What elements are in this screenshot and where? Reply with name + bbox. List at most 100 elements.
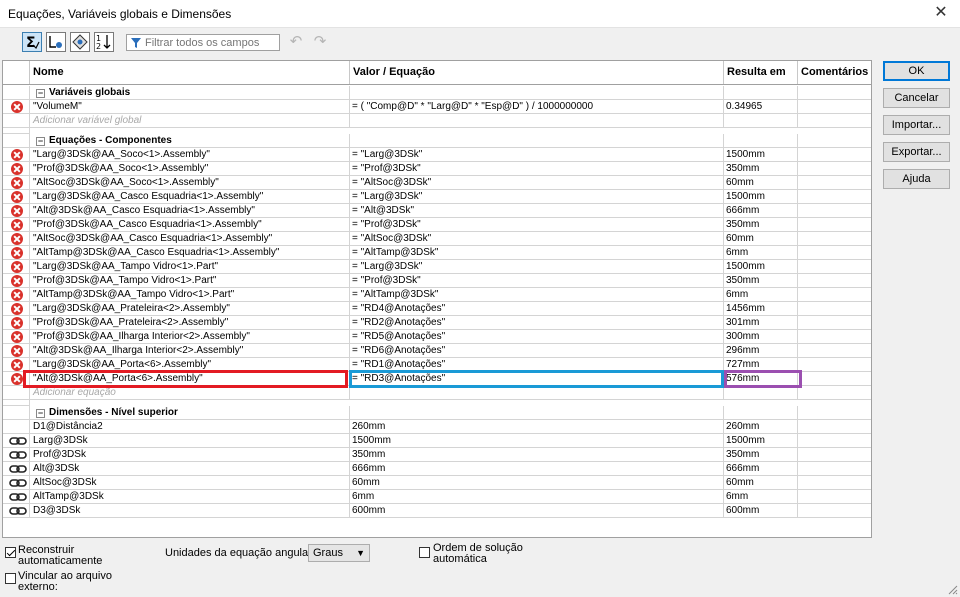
cell-comments[interactable] [798, 302, 871, 316]
cell-name[interactable]: "AltSoc@3DSk@AA_Soco<1>.Assembly" [3, 176, 350, 190]
cell-result[interactable]: 300mm [724, 330, 798, 344]
cell-value[interactable]: = "RD3@Anotações" [350, 372, 724, 386]
cell-comments[interactable] [798, 232, 871, 246]
cell-name[interactable]: "AltTamp@3DSk@AA_Tampo Vidro<1>.Part" [3, 288, 350, 302]
cell-comments[interactable] [798, 504, 871, 518]
row-header[interactable] [3, 86, 30, 100]
cell-result[interactable]: 666mm [724, 462, 798, 476]
add-cell-comments[interactable] [798, 114, 871, 128]
cell-name[interactable]: AltTamp@3DSk [3, 490, 350, 504]
cell-value[interactable]: = "Prof@3DSk" [350, 218, 724, 232]
cell-comments[interactable] [798, 218, 871, 232]
cell-value[interactable]: 1500mm [350, 434, 724, 448]
cell-name[interactable]: "Larg@3DSk@AA_Casco Esquadria<1>.Assembl… [3, 190, 350, 204]
section-title[interactable]: − Equações - Componentes [30, 134, 350, 148]
cell-name[interactable]: D1@Distância2 [3, 420, 350, 434]
cell-value[interactable]: = "Prof@3DSk" [350, 162, 724, 176]
ok-button[interactable]: OK [883, 61, 950, 81]
cell-name[interactable]: "Prof@3DSk@AA_Soco<1>.Assembly" [3, 162, 350, 176]
cell-result[interactable]: 727mm [724, 358, 798, 372]
cell-comments[interactable] [798, 434, 871, 448]
cell-result[interactable]: 6mm [724, 246, 798, 260]
section-cell-value[interactable] [350, 86, 724, 100]
column-header-comments[interactable]: Comentários [798, 61, 871, 84]
cell-result[interactable]: 350mm [724, 448, 798, 462]
undo-icon[interactable]: ↶ [288, 34, 304, 50]
add-cell-value[interactable] [350, 386, 724, 400]
dimension-view-icon[interactable] [70, 32, 90, 52]
cell-value[interactable]: 260mm [350, 420, 724, 434]
cell-name[interactable]: "AltSoc@3DSk@AA_Casco Esquadria<1>.Assem… [3, 232, 350, 246]
filter-input-box[interactable] [126, 34, 280, 51]
section-title[interactable]: − Variáveis globais [30, 86, 350, 100]
cell-name[interactable]: "Prof@3DSk@AA_Tampo Vidro<1>.Part" [3, 274, 350, 288]
cell-comments[interactable] [798, 190, 871, 204]
cell-name[interactable]: "Prof@3DSk@AA_Ilharga Interior<2>.Assemb… [3, 330, 350, 344]
cell-value[interactable]: = "Prof@3DSk" [350, 274, 724, 288]
cancel-button[interactable]: Cancelar [883, 88, 950, 108]
cell-name[interactable]: "AltTamp@3DSk@AA_Casco Esquadria<1>.Asse… [3, 246, 350, 260]
cell-result[interactable]: 350mm [724, 162, 798, 176]
add-placeholder[interactable]: Adicionar variável global [3, 114, 350, 128]
cell-value[interactable]: = "AltSoc@3DSk" [350, 232, 724, 246]
row-header[interactable] [3, 406, 30, 420]
cell-comments[interactable] [798, 204, 871, 218]
cell-value[interactable]: = "RD5@Anotações" [350, 330, 724, 344]
close-icon[interactable]: ✕ [930, 3, 952, 23]
add-cell-result[interactable] [724, 114, 798, 128]
cell-comments[interactable] [798, 274, 871, 288]
cell-result[interactable]: 350mm [724, 274, 798, 288]
section-cell-result[interactable] [724, 86, 798, 100]
cell-comments[interactable] [798, 372, 871, 386]
help-button[interactable]: Ajuda [883, 169, 950, 189]
add-cell-result[interactable] [724, 386, 798, 400]
cell-result[interactable]: 60mm [724, 476, 798, 490]
cell-result[interactable]: 0.34965 [724, 100, 798, 114]
row-header[interactable] [3, 134, 30, 148]
cell-value[interactable]: 350mm [350, 448, 724, 462]
cell-value[interactable]: = "Alt@3DSk" [350, 204, 724, 218]
cell-value[interactable]: 666mm [350, 462, 724, 476]
cell-comments[interactable] [798, 246, 871, 260]
filter-input[interactable] [145, 36, 277, 49]
ordered-view-icon[interactable]: 12 [94, 32, 114, 52]
cell-comments[interactable] [798, 448, 871, 462]
cell-name[interactable]: Alt@3DSk [3, 462, 350, 476]
cell-name[interactable]: D3@3DSk [3, 504, 350, 518]
section-cell-value[interactable] [350, 406, 724, 420]
section-cell-comments[interactable] [798, 86, 871, 100]
redo-icon[interactable]: ↷ [312, 34, 328, 50]
column-header-name[interactable]: Nome [30, 61, 350, 84]
cell-result[interactable]: 600mm [724, 504, 798, 518]
solve-order-checkbox[interactable] [419, 547, 430, 558]
cell-value[interactable]: = ( "Comp@D" * "Larg@D" * "Esp@D" ) / 10… [350, 100, 724, 114]
cell-value[interactable]: = "RD6@Anotações" [350, 344, 724, 358]
collapse-icon[interactable]: − [36, 409, 45, 418]
cell-name[interactable]: "Prof@3DSk@AA_Prateleira<2>.Assembly" [3, 316, 350, 330]
column-header-result[interactable]: Resulta em [724, 61, 798, 84]
equation-view-icon[interactable]: Σ [22, 32, 42, 52]
section-cell-result[interactable] [724, 134, 798, 148]
cell-result[interactable]: 1500mm [724, 148, 798, 162]
cell-result[interactable]: 60mm [724, 176, 798, 190]
add-cell-comments[interactable] [798, 386, 871, 400]
cell-result[interactable]: 260mm [724, 420, 798, 434]
cell-result[interactable]: 666mm [724, 204, 798, 218]
equations-grid[interactable]: Nome Valor / Equação Resulta em Comentár… [2, 60, 872, 538]
cell-comments[interactable] [798, 490, 871, 504]
sketch-equation-view-icon[interactable] [46, 32, 66, 52]
cell-name[interactable]: "Larg@3DSk@AA_Porta<6>.Assembly" [3, 358, 350, 372]
cell-name[interactable]: "Larg@3DSk@AA_Soco<1>.Assembly" [3, 148, 350, 162]
cell-value[interactable]: = "AltSoc@3DSk" [350, 176, 724, 190]
add-placeholder[interactable]: Adicionar equação [3, 386, 350, 400]
cell-result[interactable]: 1500mm [724, 190, 798, 204]
cell-name[interactable]: "Alt@3DSk@AA_Casco Esquadria<1>.Assembly… [3, 204, 350, 218]
cell-name[interactable]: "Alt@3DSk@AA_Ilharga Interior<2>.Assembl… [3, 344, 350, 358]
cell-result[interactable]: 6mm [724, 288, 798, 302]
export-button[interactable]: Exportar... [883, 142, 950, 162]
cell-comments[interactable] [798, 100, 871, 114]
cell-result[interactable]: 576mm [724, 372, 798, 386]
rebuild-checkbox[interactable] [5, 547, 16, 558]
cell-name[interactable]: "Larg@3DSk@AA_Tampo Vidro<1>.Part" [3, 260, 350, 274]
cell-comments[interactable] [798, 148, 871, 162]
